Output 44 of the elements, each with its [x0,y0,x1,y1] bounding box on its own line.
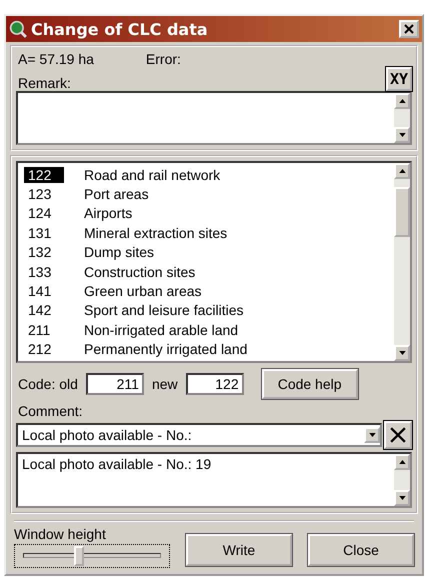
list-item[interactable]: 122 Road and rail network [24,165,394,184]
scrollbar[interactable] [394,163,410,361]
code-list[interactable] [16,161,412,363]
code-help-button[interactable]: Code help [262,369,358,399]
old-code-field[interactable]: 211 [86,373,144,395]
list-item[interactable]: 141 Green urban areas [24,281,394,301]
scrollbar[interactable] [394,454,410,506]
dialog-button[interactable]: Write [186,534,292,566]
close-button[interactable] [399,20,419,38]
error-label: Error: [146,51,181,67]
comment-dropdown[interactable]: Local photo available - No.: [16,423,382,447]
new-code-field[interactable]: 122 [186,373,244,395]
area-text: A= 57.19 ha [18,51,94,67]
comment-label: Comment: [18,403,84,419]
down-arrow-icon [398,496,406,500]
down-arrow-icon [398,351,406,355]
globe-magnifier-icon [9,20,27,38]
dialog-button[interactable]: Close [308,534,414,566]
new-code-label: new [152,376,178,392]
list-item[interactable]: 142 Sport and leisure facilities [24,300,394,320]
list-item[interactable]: 124 Airports [24,204,394,224]
list-item[interactable]: 123 Port areas [24,184,394,204]
close-icon [404,24,414,34]
remark-field[interactable] [16,91,412,145]
old-code-label: Code: old [18,376,78,392]
clear-button[interactable] [384,421,412,449]
up-arrow-icon [398,169,406,173]
xy-button[interactable]: XY [386,67,412,91]
window-height-slider[interactable] [14,544,170,568]
up-arrow-icon [398,99,406,103]
window-height-label: Window height [14,526,107,542]
down-arrow-icon [368,433,376,437]
clear-icon [390,427,406,443]
up-arrow-icon [398,460,406,464]
scrollbar[interactable] [394,93,410,143]
remark-label: Remark: [18,75,71,91]
list-item[interactable]: 133 Construction sites [24,262,394,282]
window-title: Change of CLC data [31,20,209,38]
list-item[interactable]: 131 Mineral extraction sites [24,223,394,243]
list-item[interactable]: 211 Non-irrigated arable land [24,320,394,340]
list-item[interactable]: 132 Dump sites [24,242,394,262]
down-arrow-icon [398,133,406,137]
comment-field[interactable]: Local photo available - No.: 19 [16,452,412,508]
list-item[interactable]: 212 Permanently irrigated land [24,340,394,359]
